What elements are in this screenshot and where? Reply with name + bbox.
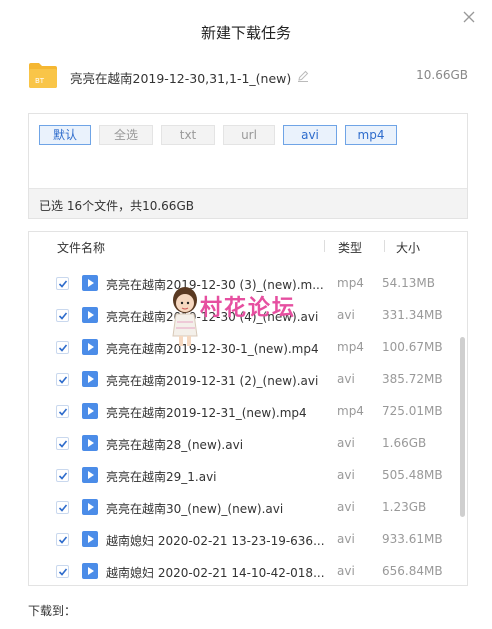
file-type: avi xyxy=(337,532,355,546)
file-checkbox[interactable] xyxy=(56,469,69,482)
video-file-icon xyxy=(82,467,98,483)
file-size: 725.01MB xyxy=(382,404,443,418)
video-file-icon xyxy=(82,435,98,451)
file-row[interactable]: 亮亮在越南2019-12-31 (2)_(new).avi avi 385.72… xyxy=(29,363,459,395)
watermark: 村花论坛 xyxy=(143,280,333,352)
file-row[interactable]: 亮亮在越南29_1.avi avi 505.48MB xyxy=(29,459,459,491)
filter-default-button[interactable]: 默认 xyxy=(39,125,91,145)
file-name: 越南媳妇 2020-02-21 13-23-19-636... xyxy=(106,534,325,548)
file-checkbox[interactable] xyxy=(56,437,69,450)
file-type: avi xyxy=(337,468,355,482)
filter-avi-button[interactable]: avi xyxy=(283,125,337,145)
file-size: 933.61MB xyxy=(382,532,443,546)
filter-mp4-button[interactable]: mp4 xyxy=(345,125,397,145)
file-size: 331.34MB xyxy=(382,308,443,322)
filter-panel: 默认 全选 txt url avi mp4 已选 16个文件，共10.66GB xyxy=(28,113,468,219)
file-checkbox[interactable] xyxy=(56,501,69,514)
file-size: 656.84MB xyxy=(382,564,443,578)
column-size-header[interactable]: 大小 xyxy=(396,239,420,256)
file-row[interactable]: 亮亮在越南2019-12-31_(new).mp4 mp4 725.01MB xyxy=(29,395,459,427)
file-row[interactable]: 越南媳妇 2020-02-21 13-23-19-636... avi 933.… xyxy=(29,523,459,555)
video-file-icon xyxy=(82,403,98,419)
file-checkbox[interactable] xyxy=(56,533,69,546)
video-file-icon xyxy=(82,307,98,323)
file-name: 亮亮在越南2019-12-31 (2)_(new).avi xyxy=(106,374,319,388)
file-row[interactable]: 亮亮在越南28_(new).avi avi 1.66GB xyxy=(29,427,459,459)
file-size: 505.48MB xyxy=(382,468,443,482)
filter-url-button[interactable]: url xyxy=(223,125,275,145)
file-type: mp4 xyxy=(337,404,364,418)
bt-folder-label: BT xyxy=(35,77,45,85)
file-name: 亮亮在越南29_1.avi xyxy=(106,470,217,484)
file-list-scrollbar[interactable] xyxy=(460,337,465,517)
file-row[interactable]: 亮亮在越南30_(new)_(new).avi avi 1.23GB xyxy=(29,491,459,523)
filter-select-all-button[interactable]: 全选 xyxy=(99,125,153,145)
file-size: 54.13MB xyxy=(382,276,435,290)
bt-folder-icon: BT xyxy=(29,63,57,88)
column-type-header[interactable]: 类型 xyxy=(338,239,362,256)
file-type: mp4 xyxy=(337,340,364,354)
file-checkbox[interactable] xyxy=(56,565,69,578)
file-name: 越南媳妇 2020-02-21 14-10-42-018... xyxy=(106,566,325,580)
video-file-icon xyxy=(82,371,98,387)
filter-txt-button[interactable]: txt xyxy=(161,125,215,145)
edit-icon[interactable] xyxy=(296,68,310,82)
file-checkbox[interactable] xyxy=(56,309,69,322)
video-file-icon xyxy=(82,275,98,291)
file-checkbox[interactable] xyxy=(56,277,69,290)
file-list-header: 文件名称 类型 大小 xyxy=(29,232,467,260)
video-file-icon xyxy=(82,499,98,515)
file-checkbox[interactable] xyxy=(56,341,69,354)
file-size: 385.72MB xyxy=(382,372,443,386)
file-type: mp4 xyxy=(337,276,364,290)
video-file-icon xyxy=(82,563,98,579)
column-name-header[interactable]: 文件名称 xyxy=(57,239,105,256)
save-to-label: 下载到： xyxy=(28,604,77,618)
task-name: 亮亮在越南2019-12-30,31,1-1_(new) xyxy=(70,71,292,86)
selection-summary: 已选 16个文件，共10.66GB xyxy=(29,188,467,218)
file-type: avi xyxy=(337,500,355,514)
dialog-title: 新建下载任务 xyxy=(200,24,291,42)
file-name: 亮亮在越南2019-12-31_(new).mp4 xyxy=(106,406,307,420)
file-checkbox[interactable] xyxy=(56,373,69,386)
close-icon[interactable] xyxy=(462,10,476,24)
task-size: 10.66GB xyxy=(416,68,468,82)
file-size: 1.23GB xyxy=(382,500,427,514)
file-type: avi xyxy=(337,372,355,386)
file-type: avi xyxy=(337,308,355,322)
file-type: avi xyxy=(337,564,355,578)
video-file-icon xyxy=(82,339,98,355)
file-size: 100.67MB xyxy=(382,340,443,354)
file-name: 亮亮在越南28_(new).avi xyxy=(106,438,244,452)
watermark-text: 村花论坛 xyxy=(200,296,297,321)
file-checkbox[interactable] xyxy=(56,405,69,418)
file-type: avi xyxy=(337,436,355,450)
watermark-girl-icon xyxy=(172,287,198,346)
file-name: 亮亮在越南30_(new)_(new).avi xyxy=(106,502,284,516)
column-divider xyxy=(324,240,325,252)
video-file-icon xyxy=(82,531,98,547)
column-divider xyxy=(384,240,385,252)
file-row[interactable]: 越南媳妇 2020-02-21 14-10-42-018... avi 656.… xyxy=(29,555,459,585)
filter-chips: 默认 全选 txt url avi mp4 xyxy=(39,125,397,145)
file-size: 1.66GB xyxy=(382,436,427,450)
task-info: BT 亮亮在越南2019-12-30,31,1-1_(new) 10.66GB xyxy=(28,60,468,92)
